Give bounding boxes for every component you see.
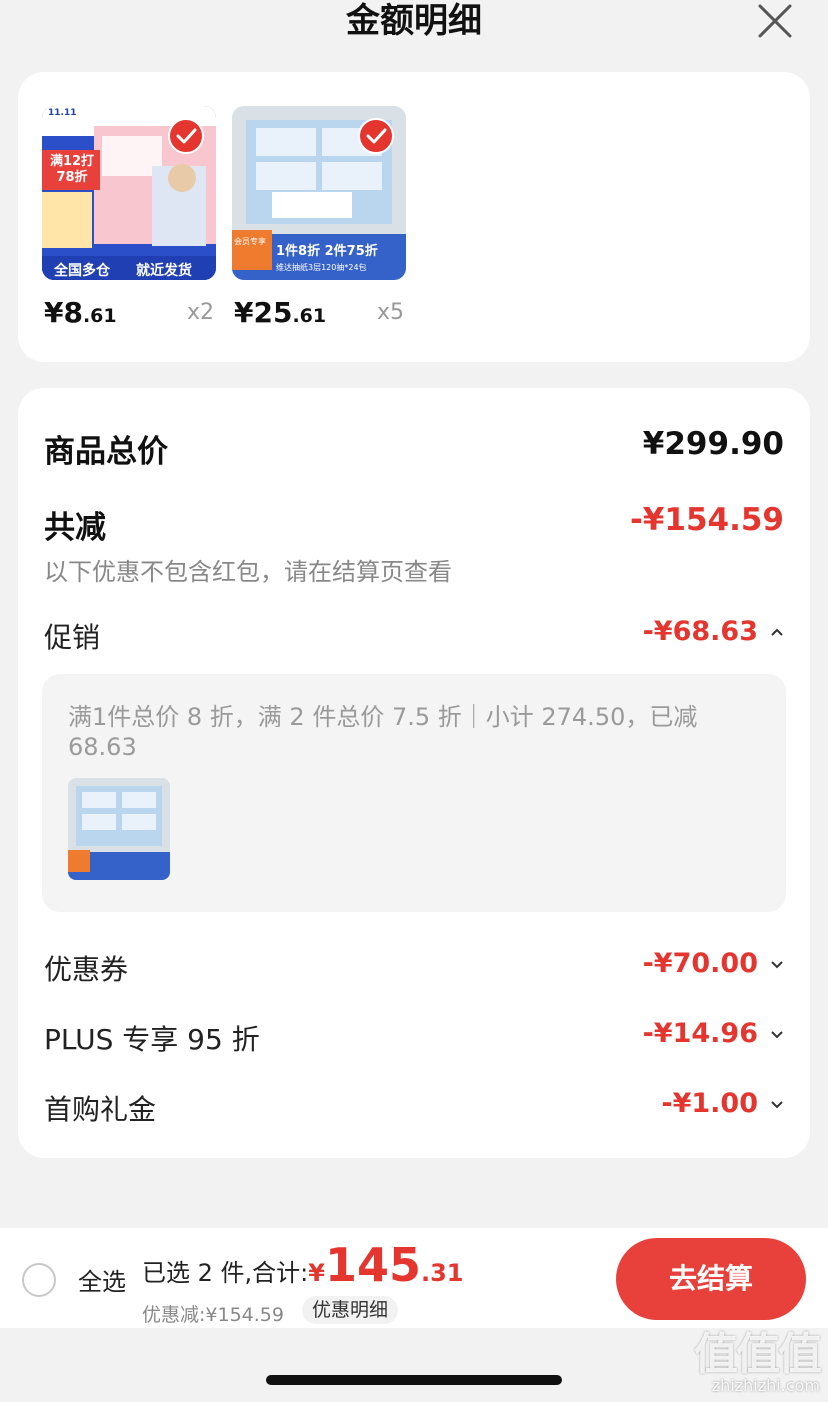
member-tag: 会员专享 — [234, 237, 266, 246]
coupon-value-wrap[interactable]: -¥70.00 — [643, 948, 784, 979]
promo-value: -¥68.63 — [642, 616, 758, 647]
close-icon[interactable] — [756, 2, 794, 40]
promo-detail-box: 满1件总价 8 折，满 2 件总价 7.5 折｜小计 274.50，已减 68.… — [42, 674, 786, 912]
checked-icon[interactable] — [358, 118, 394, 154]
thumb-caption: 维达抽纸3层120抽*24包 — [276, 263, 367, 272]
product-quantity: x2 — [186, 300, 214, 325]
product-price: ¥8.61 — [44, 296, 117, 329]
checkout-button[interactable]: 去结算 — [616, 1238, 806, 1320]
header: 金额明细 — [0, 0, 828, 56]
thumb-footer-left: 全国多仓 — [54, 263, 110, 279]
price-decimal: .61 — [82, 305, 117, 327]
promo-value-wrap[interactable]: -¥68.63 — [643, 616, 784, 647]
product-price: ¥25.61 — [234, 296, 326, 329]
price-integer: ¥25 — [234, 296, 293, 329]
thumb-footer-right: 就近发货 — [136, 263, 192, 279]
plus-value: -¥14.96 — [642, 1018, 758, 1049]
discount-note: 以下优惠不包含红包，请在结算页查看 — [44, 558, 452, 586]
select-all-radio[interactable] — [22, 1263, 56, 1297]
select-all-label[interactable]: 全选 — [78, 1262, 126, 1297]
checkout-bar: 全选 已选 2 件,合计:¥145.31 优惠减:¥154.59 优惠明细 去结… — [0, 1228, 828, 1328]
checked-icon[interactable] — [168, 118, 204, 154]
summary-decimal: .31 — [420, 1259, 464, 1287]
offer-text: 1件8折 2件75折 — [276, 244, 378, 259]
coupon-label: 优惠券 — [44, 953, 129, 986]
discount-amount: 优惠减:¥154.59 — [142, 1304, 284, 1326]
summary-currency: ¥ — [308, 1259, 325, 1287]
watermark-logo: 值值值 zhizhizhi.com — [672, 1316, 828, 1402]
gift-label: 首购礼金 — [44, 1093, 157, 1126]
price-decimal: .61 — [292, 305, 327, 327]
promo-description: 满1件总价 8 折，满 2 件总价 7.5 折｜小计 274.50，已减 68.… — [68, 703, 698, 761]
product-tag: 11.11 — [48, 108, 77, 118]
plus-label: PLUS 专享 95 折 — [44, 1023, 260, 1056]
product-item[interactable]: 会员专享 1件8折 2件75折 维达抽纸3层120抽*24包 ¥25.61 x5 — [232, 106, 406, 329]
product-quantity: x5 — [376, 300, 404, 325]
order-summary: 已选 2 件,合计:¥145.31 — [142, 1238, 464, 1292]
watermark-text: 值值值 — [694, 1329, 822, 1380]
discount-detail-link[interactable]: 优惠明细 — [302, 1296, 399, 1324]
tissue-product-image — [68, 778, 170, 880]
product-thumbnail[interactable]: 11.11 满12打78折 全国多仓 就近发货 — [42, 106, 216, 280]
summary-label: 已选 2 件,合计: — [142, 1259, 309, 1287]
reduce-value: -¥154.59 — [629, 502, 784, 538]
chevron-up-icon[interactable] — [770, 627, 784, 637]
reduce-label: 共减 — [44, 510, 106, 546]
total-label: 商品总价 — [44, 434, 168, 470]
gift-value-wrap[interactable]: -¥1.00 — [661, 1088, 784, 1119]
coupon-value: -¥70.00 — [642, 948, 758, 979]
promo-badge: 满12打78折 — [49, 154, 95, 185]
amount-details-card: 商品总价 ¥299.90 共减 -¥154.59 以下优惠不包含红包，请在结算页… — [18, 388, 810, 1158]
promo-product-thumbnail[interactable] — [68, 778, 170, 880]
product-item[interactable]: 11.11 满12打78折 全国多仓 就近发货 ¥8.61 x2 — [42, 106, 216, 329]
home-indicator — [266, 1375, 562, 1385]
plus-value-wrap[interactable]: -¥14.96 — [643, 1018, 784, 1049]
total-value: ¥299.90 — [642, 426, 784, 462]
summary-integer: 145 — [324, 1238, 421, 1292]
chevron-down-icon[interactable] — [770, 1029, 784, 1039]
promo-label: 促销 — [44, 621, 101, 654]
product-thumbnail[interactable]: 会员专享 1件8折 2件75折 维达抽纸3层120抽*24包 — [232, 106, 406, 280]
chevron-down-icon[interactable] — [770, 1099, 784, 1109]
watermark-url: zhizhizhi.com — [711, 1376, 820, 1395]
selected-products-card: 11.11 满12打78折 全国多仓 就近发货 ¥8.61 x2 会员专享 1件… — [18, 72, 810, 362]
page-title: 金额明细 — [346, 1, 482, 41]
chevron-down-icon[interactable] — [770, 959, 784, 969]
gift-value: -¥1.00 — [661, 1088, 758, 1119]
price-integer: ¥8 — [44, 296, 83, 329]
